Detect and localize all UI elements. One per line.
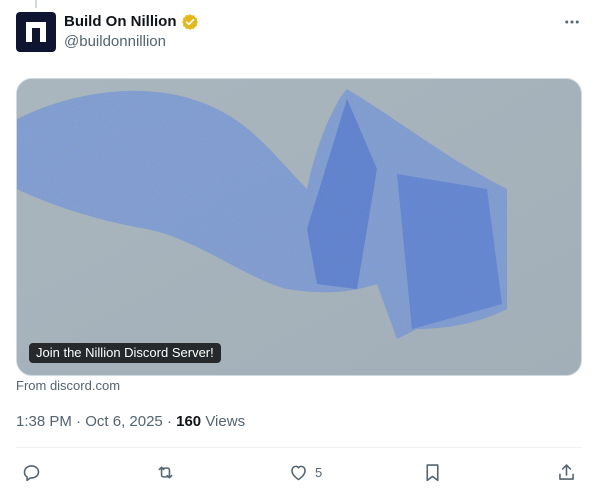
tweet-date[interactable]: Oct 6, 2025: [85, 413, 163, 430]
verified-badge-icon[interactable]: [181, 13, 199, 31]
views-count: 160: [176, 413, 202, 430]
share-icon: [559, 463, 574, 480]
bookmark-icon: [426, 463, 439, 481]
tweet-time[interactable]: 1:38 PM: [16, 413, 72, 430]
divider: [16, 447, 582, 448]
meta-separator: ·: [166, 413, 172, 430]
avatar[interactable]: [16, 12, 56, 52]
tweet-actions-bar: 5: [0, 461, 598, 483]
meta-separator: ·: [76, 413, 82, 430]
more-horizontal-icon: [565, 20, 579, 24]
card-image: [17, 79, 581, 375]
tweet-meta: 1:38 PM · Oct 6, 2025 · 160 Views: [16, 412, 245, 432]
like-count: 5: [315, 464, 323, 480]
repost-icon: [158, 465, 173, 479]
heart-icon: [291, 465, 306, 480]
link-preview-card[interactable]: Join the Nillion Discord Server!: [16, 78, 582, 376]
author-name-row: Build On Nillion: [64, 12, 199, 32]
more-options-button[interactable]: [562, 12, 582, 32]
author-handle[interactable]: @buildonnillion: [64, 32, 166, 52]
bookmark-button[interactable]: [422, 461, 443, 483]
views-label: Views: [205, 413, 246, 430]
link-source[interactable]: From discord.com: [16, 378, 120, 394]
reply-button[interactable]: [21, 461, 42, 483]
nillion-logo-icon: [26, 22, 46, 42]
reply-icon: [23, 464, 40, 481]
repost-button[interactable]: [155, 461, 176, 483]
thread-connector-line: [35, 0, 37, 8]
share-button[interactable]: [556, 461, 577, 483]
like-button[interactable]: 5: [288, 461, 322, 483]
card-title-label: Join the Nillion Discord Server!: [29, 343, 221, 363]
display-name[interactable]: Build On Nillion: [64, 12, 177, 32]
